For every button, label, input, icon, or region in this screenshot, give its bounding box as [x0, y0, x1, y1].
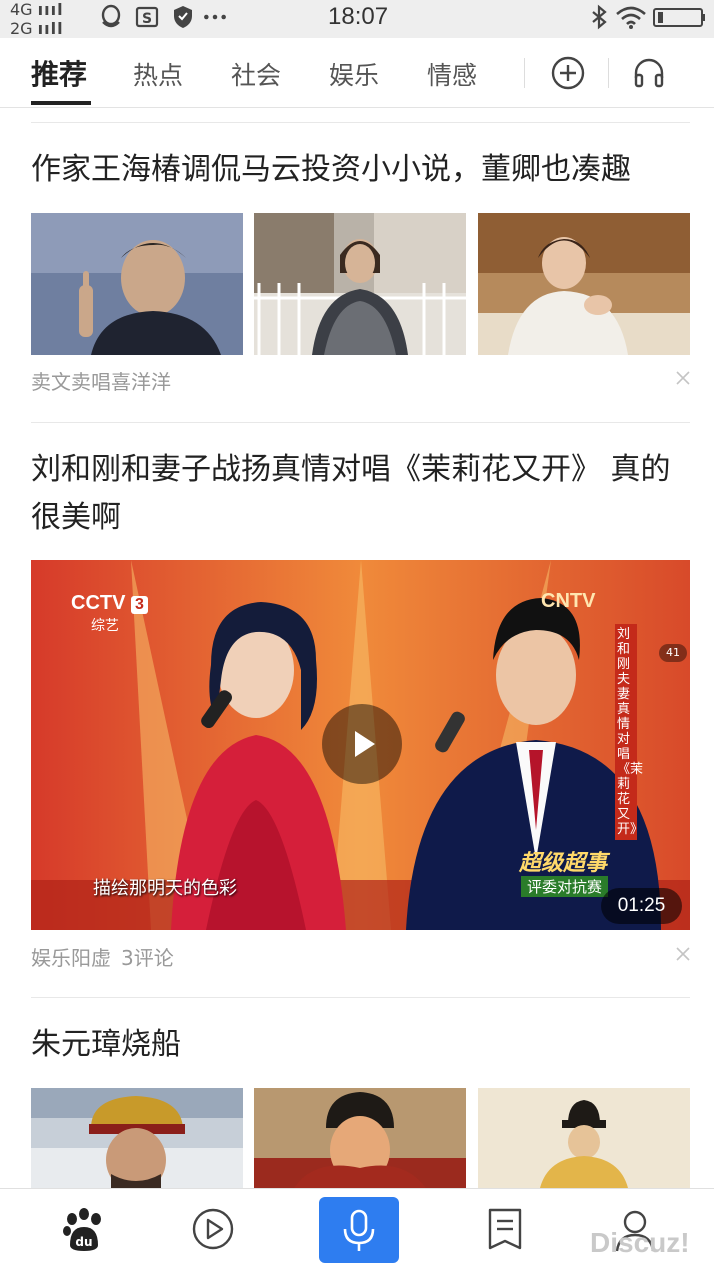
play-circle-icon[interactable]: [189, 1205, 237, 1253]
status-bar: 4G ıııl 2G ııll S 18:07: [0, 0, 714, 38]
right-logo: CNTV: [541, 590, 596, 612]
bookmark-icon[interactable]: [481, 1205, 529, 1253]
tab-divider: [608, 58, 609, 88]
article-title[interactable]: 作家王海椿调侃马云投资小小说，董卿也凑趣: [31, 146, 686, 194]
network-label-4g: 4G: [10, 0, 33, 19]
play-icon: [355, 731, 375, 757]
channel-logo: CCTV 3 综艺: [71, 592, 148, 635]
status-time: 18:07: [328, 3, 389, 30]
tab-emotion[interactable]: 情感: [427, 56, 477, 92]
battery-icon: [653, 8, 705, 27]
watermark: Discuz!: [590, 1227, 690, 1258]
channel-name: 综艺: [91, 617, 119, 633]
article-thumbnail[interactable]: [31, 213, 243, 355]
feed-divider: [31, 122, 690, 123]
signal-bars-icon: ııll: [37, 19, 64, 38]
s-app-icon: S: [135, 6, 159, 28]
vertical-caption: 刘和刚夫妻真情对唱《茉莉花又开》: [615, 624, 643, 840]
article-source: 娱乐阳虚 3评论: [31, 942, 174, 971]
article-thumbnail[interactable]: [31, 1088, 243, 1188]
tab-divider: [524, 58, 525, 88]
headphones-icon[interactable]: [630, 54, 668, 92]
signal-2g: 2G ııll: [10, 19, 64, 38]
play-button[interactable]: [322, 704, 402, 784]
plus-circle-icon[interactable]: [549, 54, 587, 92]
percentage-badge: 41: [659, 644, 687, 662]
tab-recommend[interactable]: 推荐: [31, 53, 87, 93]
signal-4g: 4G ıııl: [10, 0, 64, 19]
article-thumbnail[interactable]: [478, 213, 690, 355]
baidu-paw-icon[interactable]: du: [60, 1205, 108, 1253]
feed-divider: [31, 997, 690, 998]
video-subtitle: 描绘那明天的色彩: [93, 878, 237, 899]
tab-hot[interactable]: 热点: [133, 56, 183, 92]
feed-divider: [31, 422, 690, 423]
svg-text:S: S: [142, 11, 152, 27]
category-tabs: 推荐 热点 社会 娱乐 情感: [0, 38, 714, 108]
close-icon[interactable]: [674, 945, 692, 963]
show-tag: 评委对抗赛: [521, 876, 609, 897]
voice-search-button[interactable]: [319, 1197, 399, 1263]
bluetooth-icon: [592, 4, 607, 30]
svg-text:du: du: [75, 1235, 92, 1249]
active-tab-indicator: [31, 101, 91, 105]
show-logo: 超级超事: [519, 851, 608, 876]
article-thumbnail[interactable]: [478, 1088, 690, 1188]
wifi-icon: [616, 6, 646, 29]
channel-number: 3: [131, 596, 148, 614]
tab-entertainment[interactable]: 娱乐: [329, 56, 379, 92]
article-source: 卖文卖唱喜洋洋: [31, 366, 171, 395]
bottom-navigation: du Discuz!: [0, 1188, 714, 1270]
more-dots-icon: [204, 14, 226, 20]
microphone-icon: [343, 1209, 375, 1251]
comment-count: 3评论: [121, 946, 174, 970]
article-title[interactable]: 刘和刚和妻子战扬真情对唱《茉莉花又开》 真的很美啊: [31, 446, 686, 542]
source-name: 娱乐阳虚: [31, 946, 111, 970]
shield-icon: [174, 6, 192, 28]
qq-icon: [101, 4, 121, 28]
channel-logo-text: CCTV: [71, 592, 126, 614]
video-duration: 01:25: [601, 888, 682, 924]
source-name: 卖文卖唱喜洋洋: [31, 370, 171, 394]
close-icon[interactable]: [674, 369, 692, 387]
article-thumbnail[interactable]: [254, 1088, 466, 1188]
signal-bars-icon: ıııl: [37, 0, 64, 19]
network-label-2g: 2G: [10, 19, 33, 38]
tab-society[interactable]: 社会: [231, 56, 281, 92]
article-thumbnail[interactable]: [254, 213, 466, 355]
article-title[interactable]: 朱元璋烧船: [31, 1021, 686, 1069]
